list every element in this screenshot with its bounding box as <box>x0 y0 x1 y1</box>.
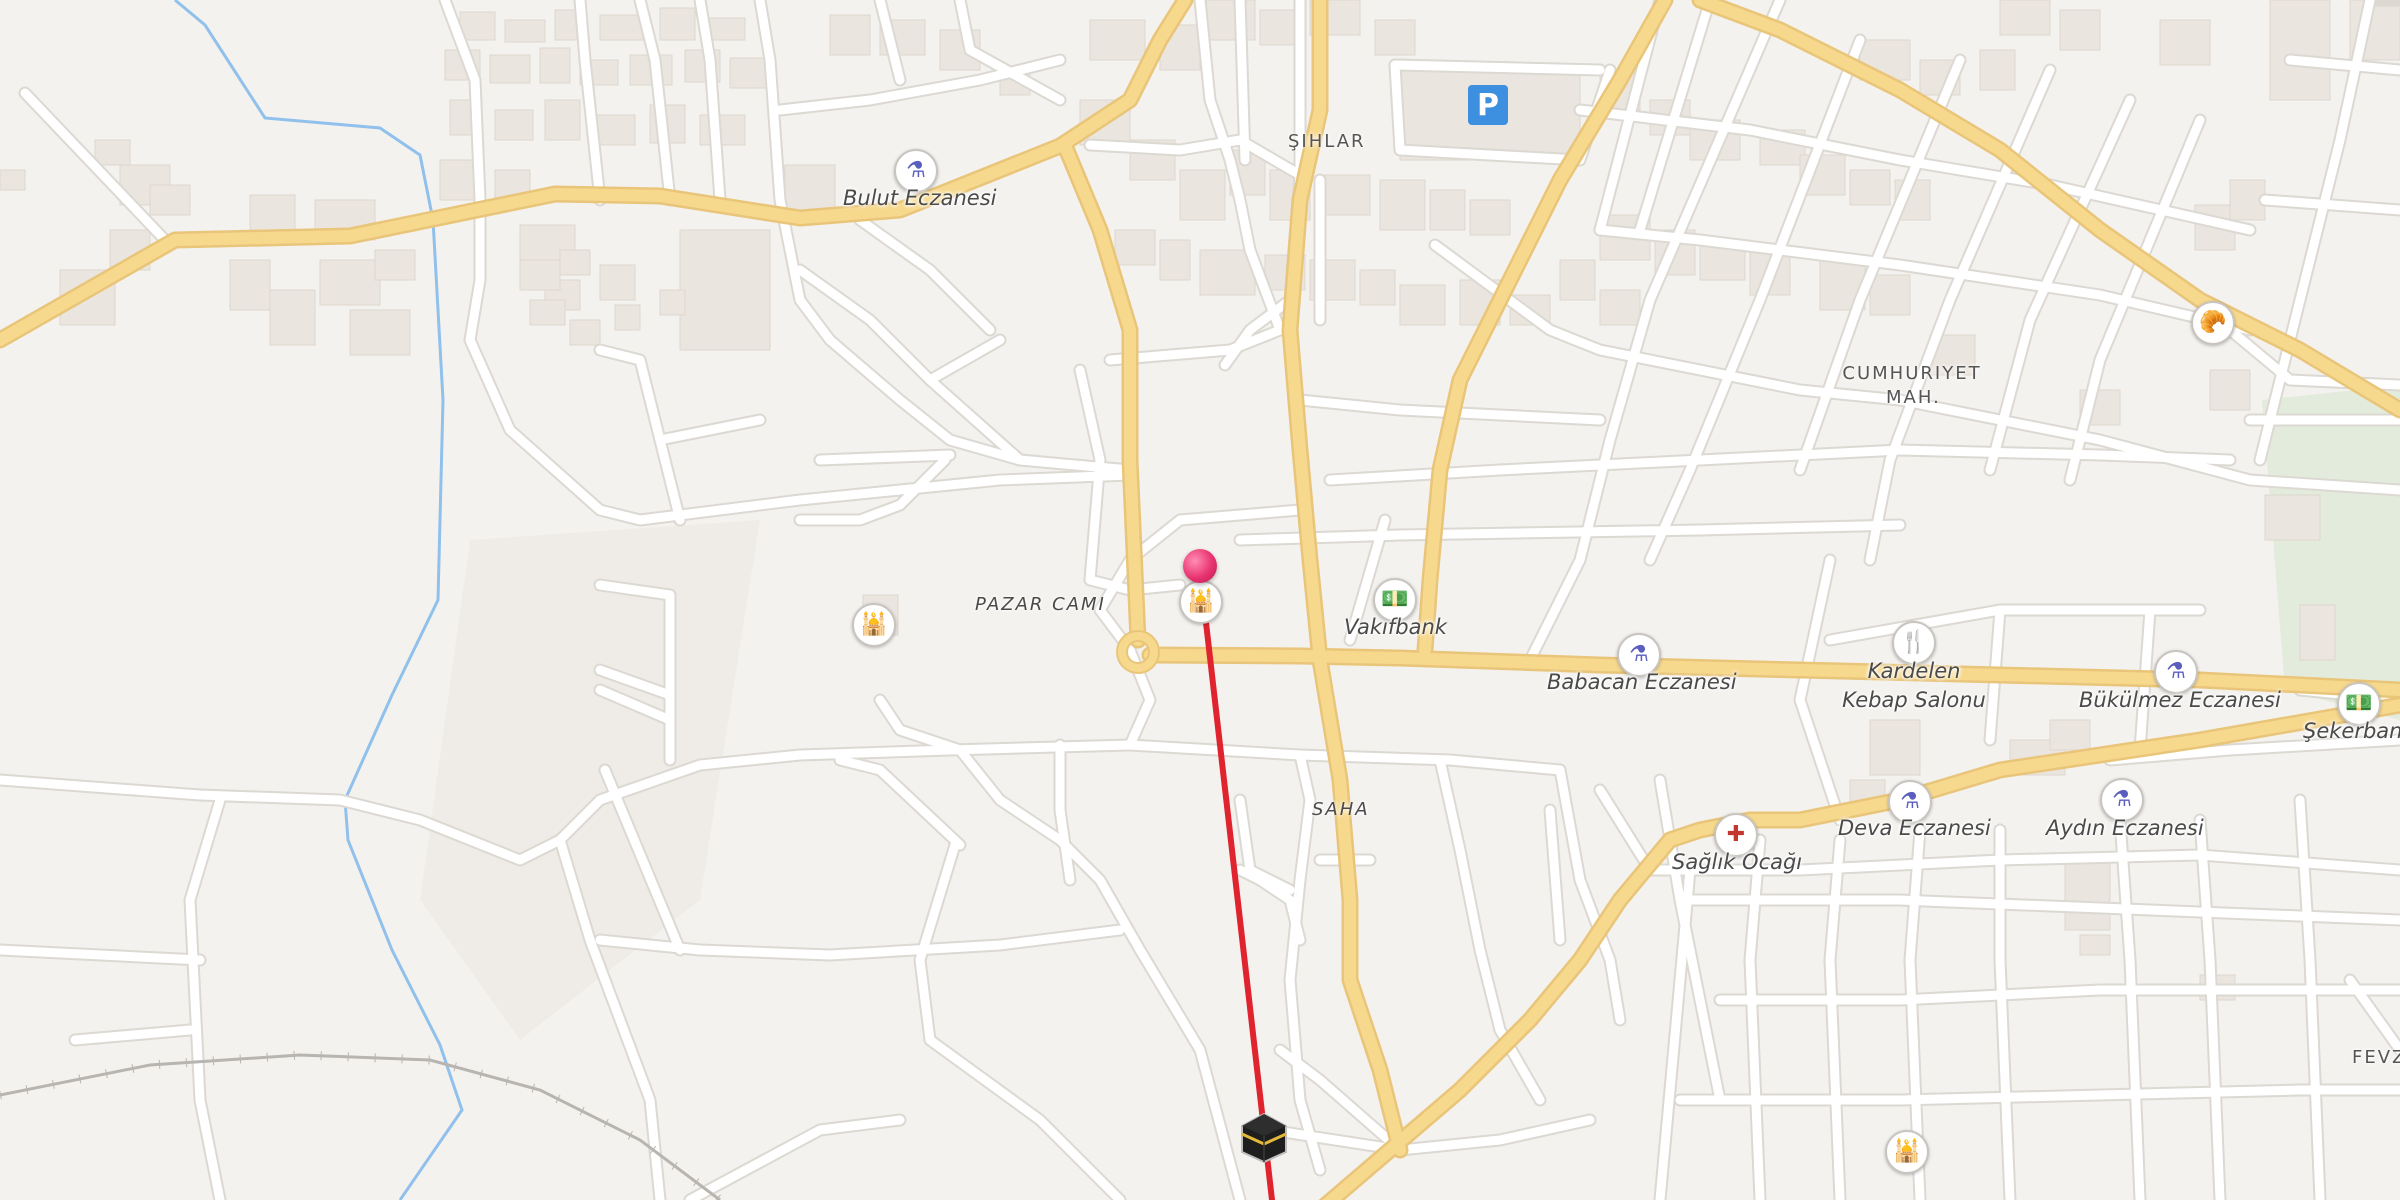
mosque-icon[interactable]: 🕌 <box>1885 1130 1929 1174</box>
mosque-icon[interactable]: 🕌 <box>1179 580 1223 624</box>
parking-icon[interactable]: P <box>1468 85 1508 125</box>
kaaba-icon[interactable] <box>1238 1112 1290 1164</box>
street-label-pazar-cami: PAZAR CAMI <box>975 594 1106 615</box>
poi-label-aydin-eczanesi[interactable]: Aydın Eczanesi <box>2046 816 2204 840</box>
poi-label-vakifbank[interactable]: Vakıfbank <box>1344 615 1447 639</box>
poi-label-babacan-eczanesi[interactable]: Babacan Eczanesi <box>1547 670 1737 694</box>
poi-label-bukulmez-eczanesi[interactable]: Bükülmez Eczanesi <box>2079 688 2281 712</box>
poi-label-bulut-eczanesi[interactable]: Bulut Eczanesi <box>843 186 996 210</box>
croissant-icon[interactable]: 🥐 <box>2191 301 2235 345</box>
district-label-sihlar: ŞIHLAR <box>1288 131 1366 152</box>
poi-label-sekerbank[interactable]: Şekerbank <box>2303 719 2400 743</box>
poi-label-deva-eczanesi[interactable]: Deva Eczanesi <box>1838 816 1991 840</box>
mosque-icon[interactable]: 🕌 <box>852 603 896 647</box>
district-label-cumhuriyet-mah: MAH. <box>1886 387 1941 408</box>
location-pin-icon[interactable] <box>1183 549 1217 583</box>
street-label-saha: SAHA <box>1312 799 1370 820</box>
district-label-cumhuriyet: CUMHURIYET <box>1842 363 1982 384</box>
poi-label-kardelen[interactable]: Kardelen <box>1852 659 1976 683</box>
district-label-fevz: FEVZ <box>2352 1047 2400 1068</box>
poi-label-kebap-salonu[interactable]: Kebap Salonu <box>1842 688 1986 712</box>
poi-label-saglik-ocagi[interactable]: Sağlık Ocağı <box>1672 850 1802 874</box>
